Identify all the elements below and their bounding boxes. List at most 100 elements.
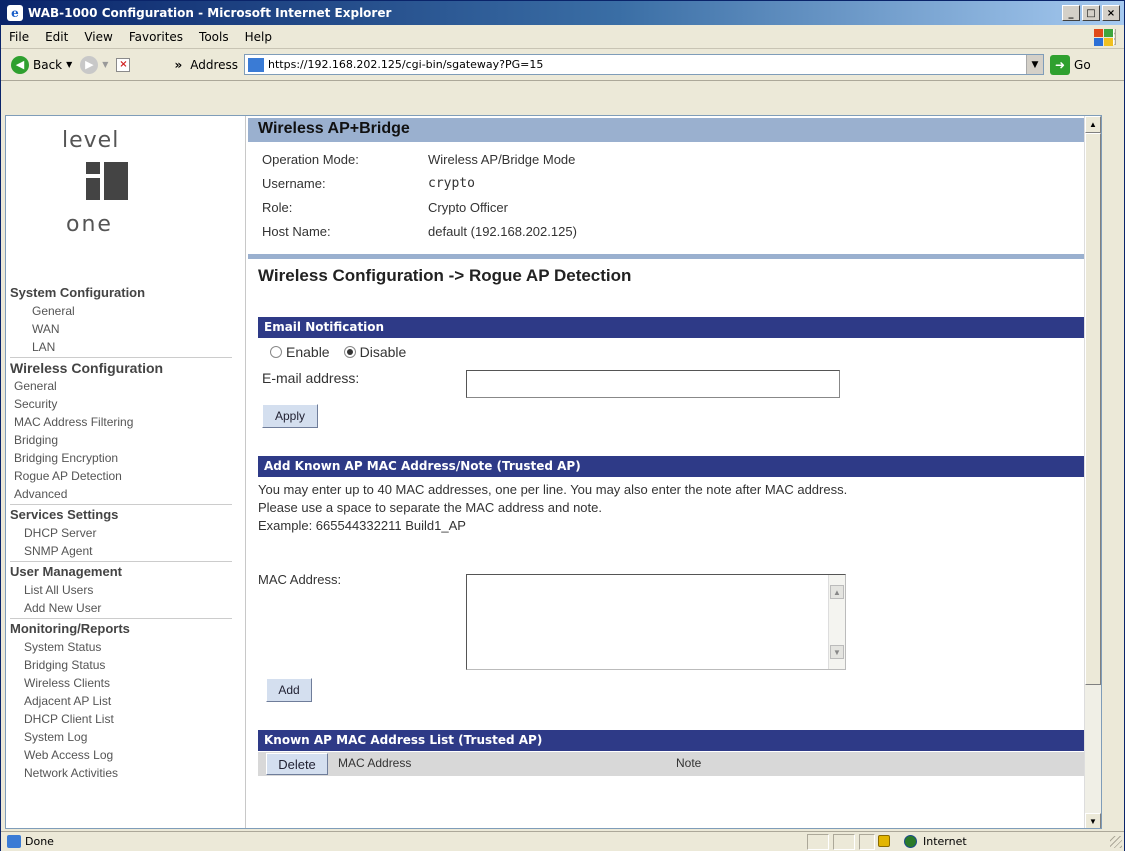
- nav-wireless-bridging-encryption[interactable]: Bridging Encryption: [6, 449, 238, 467]
- resize-grip-icon[interactable]: [1110, 836, 1122, 848]
- nav-wireless-clients[interactable]: Wireless Clients: [6, 674, 238, 692]
- nav-adjacent-ap-list[interactable]: Adjacent AP List: [6, 692, 238, 710]
- nav-list-all-users[interactable]: List All Users: [6, 581, 238, 599]
- nav-network-activities[interactable]: Network Activities: [6, 764, 238, 782]
- device-title: Wireless AP+Bridge: [258, 120, 410, 137]
- email-address-label: E-mail address:: [262, 370, 360, 386]
- menu-favorites[interactable]: Favorites: [121, 28, 191, 46]
- nav-system-configuration[interactable]: System Configuration: [6, 284, 238, 302]
- username-label: Username:: [262, 176, 326, 191]
- nav-wireless-general[interactable]: General: [6, 377, 238, 395]
- known-ap-instructions-1: You may enter up to 40 MAC addresses, on…: [258, 482, 848, 497]
- forward-arrow-icon: ▶: [80, 55, 99, 74]
- nav-user-management[interactable]: User Management: [6, 563, 238, 581]
- forward-button[interactable]: ▶ ▼: [76, 54, 112, 76]
- nav-system-log[interactable]: System Log: [6, 728, 238, 746]
- nav-divider: [10, 357, 232, 358]
- status-done: Done: [7, 835, 54, 848]
- nav-wireless-advanced[interactable]: Advanced: [6, 485, 238, 503]
- back-dropdown-icon: ▼: [66, 60, 73, 69]
- nav-wireless-mac-filtering[interactable]: MAC Address Filtering: [6, 413, 238, 431]
- menu-view[interactable]: View: [76, 28, 120, 46]
- host-name-label: Host Name:: [262, 224, 331, 239]
- address-url[interactable]: https://192.168.202.125/cgi-bin/sgateway…: [268, 58, 1026, 71]
- browser-window: e WAB-1000 Configuration - Microsoft Int…: [0, 0, 1125, 851]
- add-button[interactable]: Add: [266, 678, 312, 702]
- enable-label: Enable: [286, 344, 330, 360]
- page-scrollbar[interactable]: ▲ ▼: [1084, 116, 1101, 828]
- menu-help[interactable]: Help: [237, 28, 280, 46]
- disable-label: Disable: [359, 344, 407, 360]
- nav-dhcp-server[interactable]: DHCP Server: [6, 524, 238, 542]
- nav-system-wan[interactable]: WAN: [6, 320, 238, 338]
- logo-text-bottom: one: [66, 212, 113, 237]
- nav-system-status[interactable]: System Status: [6, 638, 238, 656]
- nav-system-general[interactable]: General: [6, 302, 238, 320]
- page-scroll-down-icon[interactable]: ▼: [1085, 813, 1101, 828]
- logo-text-top: level: [62, 128, 120, 153]
- status-text: Done: [25, 835, 54, 848]
- nav-divider: [10, 561, 232, 562]
- apply-button[interactable]: Apply: [262, 404, 318, 428]
- address-bar[interactable]: https://192.168.202.125/cgi-bin/sgateway…: [244, 54, 1045, 75]
- page-scroll-up-icon[interactable]: ▲: [1085, 116, 1101, 133]
- host-name-value: default (192.168.202.125): [428, 224, 577, 239]
- nav-snmp-agent[interactable]: SNMP Agent: [6, 542, 238, 560]
- menu-bar: File Edit View Favorites Tools Help: [1, 25, 1124, 49]
- page-content: level one System Configuration General W…: [5, 115, 1102, 829]
- menu-tools[interactable]: Tools: [191, 28, 237, 46]
- username-value: crypto: [428, 176, 475, 191]
- email-notification-header: Email Notification: [258, 317, 1086, 338]
- go-button[interactable]: ➜ Go: [1050, 54, 1091, 75]
- enable-radio[interactable]: [270, 346, 282, 358]
- zone-label: Internet: [923, 835, 967, 848]
- main-panel: Wireless AP+Bridge Operation Mode: Wirel…: [248, 116, 1086, 828]
- known-ap-list-columns: Delete MAC Address Note: [258, 752, 1086, 776]
- go-label: Go: [1074, 57, 1091, 72]
- nav-divider: [10, 618, 232, 619]
- maximize-button[interactable]: □: [1082, 5, 1100, 21]
- nav-web-access-log[interactable]: Web Access Log: [6, 746, 238, 764]
- minimize-button[interactable]: _: [1062, 5, 1080, 21]
- nav-wireless-configuration[interactable]: Wireless Configuration: [6, 359, 238, 377]
- nav-wireless-rogue-ap-detection[interactable]: Rogue AP Detection: [6, 467, 238, 485]
- mac-address-textarea[interactable]: ▲ ▼: [466, 574, 846, 670]
- status-pane: [833, 834, 855, 850]
- page-done-icon: [7, 835, 21, 848]
- email-address-input[interactable]: [466, 370, 840, 398]
- nav-add-new-user[interactable]: Add New User: [6, 599, 238, 617]
- back-arrow-icon: ◀: [11, 55, 29, 74]
- disable-radio[interactable]: [343, 346, 356, 358]
- scroll-down-icon[interactable]: ▼: [830, 645, 844, 659]
- lock-icon[interactable]: [878, 835, 890, 847]
- internet-zone-icon: [904, 835, 917, 848]
- nav-system-lan[interactable]: LAN: [6, 338, 238, 356]
- address-dropdown-icon[interactable]: ▼: [1026, 55, 1044, 74]
- page-scroll-thumb[interactable]: [1085, 133, 1101, 685]
- nav-dhcp-client-list[interactable]: DHCP Client List: [6, 710, 238, 728]
- go-arrow-icon: ➜: [1050, 54, 1071, 75]
- role-label: Role:: [262, 200, 293, 215]
- address-label: Address: [190, 57, 239, 72]
- textarea-scrollbar[interactable]: ▲ ▼: [828, 575, 845, 669]
- level-one-logo: level one: [56, 128, 166, 238]
- menu-edit[interactable]: Edit: [37, 28, 76, 46]
- internet-explorer-icon: e: [7, 5, 23, 21]
- nav-bridging-status[interactable]: Bridging Status: [6, 656, 238, 674]
- nav-wireless-bridging[interactable]: Bridging: [6, 431, 238, 449]
- nav-wireless-security[interactable]: Security: [6, 395, 238, 413]
- delete-button[interactable]: Delete: [266, 753, 328, 775]
- title-bar: e WAB-1000 Configuration - Microsoft Int…: [1, 1, 1124, 25]
- stop-button[interactable]: ×: [112, 56, 134, 74]
- toolbar-overflow-icon[interactable]: »: [174, 58, 182, 72]
- menu-file[interactable]: File: [1, 28, 37, 46]
- sidebar-nav: System Configuration General WAN LAN Wir…: [6, 284, 238, 782]
- windows-logo-icon: [1092, 28, 1114, 46]
- nav-services-settings[interactable]: Services Settings: [6, 506, 238, 524]
- close-button[interactable]: ×: [1102, 5, 1120, 21]
- scroll-up-icon[interactable]: ▲: [830, 585, 844, 599]
- status-pane: [807, 834, 829, 850]
- back-button[interactable]: ◀ Back ▼: [7, 54, 76, 76]
- header-divider: [248, 254, 1086, 259]
- nav-monitoring-reports[interactable]: Monitoring/Reports: [6, 620, 238, 638]
